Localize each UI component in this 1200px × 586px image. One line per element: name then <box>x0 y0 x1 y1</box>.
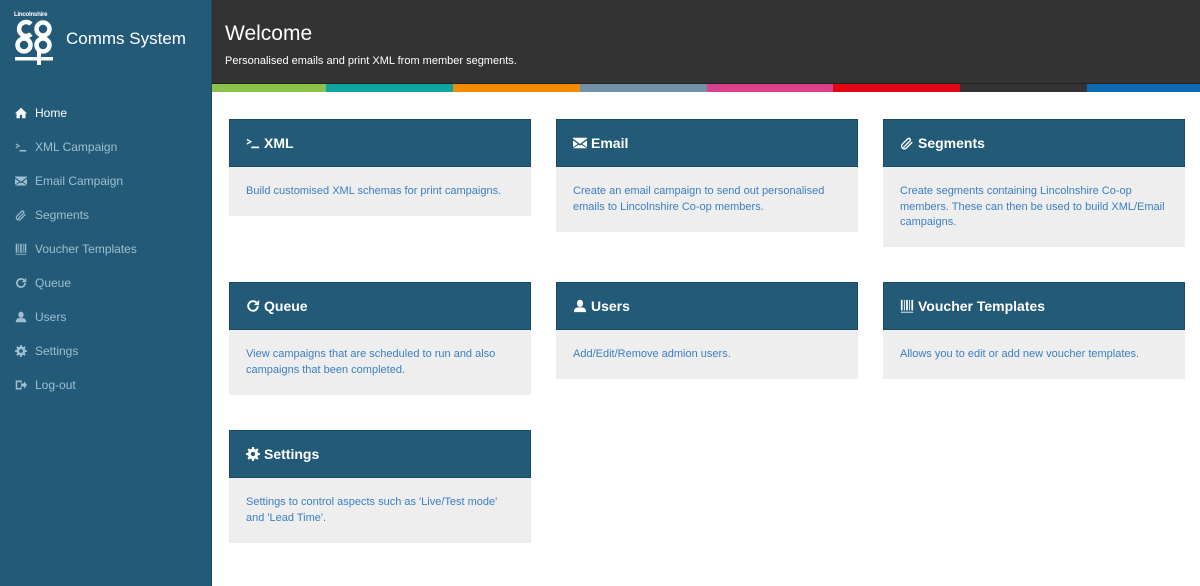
card-header[interactable]: Users <box>556 282 858 330</box>
refresh-icon <box>15 277 27 289</box>
sidebar: Lincolnshire Comms System Home XML Campa… <box>0 0 212 586</box>
sidebar-item-xml-campaign[interactable]: XML Campaign <box>0 130 212 164</box>
page-subtitle: Personalised emails and print XML from m… <box>225 55 517 67</box>
gear-icon <box>246 447 260 461</box>
card-title: Email <box>591 135 629 151</box>
sidebar-item-label: Home <box>35 106 68 120</box>
logout-icon <box>15 379 27 391</box>
sidebar-item-label: Settings <box>35 344 79 358</box>
sidebar-item-queue[interactable]: Queue <box>0 266 212 300</box>
card-description: Create segments containing Lincolnshire … <box>900 185 1165 228</box>
sidebar-item-label: Voucher Templates <box>35 242 137 256</box>
card-title: Users <box>591 298 630 314</box>
terminal-icon <box>246 136 260 150</box>
user-icon <box>573 299 587 313</box>
sidebar-item-label: XML Campaign <box>35 140 118 154</box>
sidebar-item-label: Users <box>35 310 67 324</box>
page-header: Welcome Personalised emails and print XM… <box>212 0 1200 84</box>
sidebar-item-settings[interactable]: Settings <box>0 334 212 368</box>
color-strip-segment <box>580 84 707 92</box>
envelope-icon <box>573 136 587 150</box>
co-op-logo-mark <box>15 19 53 65</box>
user-icon <box>15 311 27 323</box>
app-title: Comms System <box>66 29 186 48</box>
gear-icon <box>15 345 27 357</box>
sidebar-item-segments[interactable]: Segments <box>0 198 212 232</box>
paperclip-icon <box>900 136 914 150</box>
sidebar-item-home[interactable]: Home <box>0 96 212 130</box>
card-header[interactable]: Settings <box>229 430 531 478</box>
app: Lincolnshire Comms System Home XML Campa… <box>0 0 1200 586</box>
card-description: Allows you to edit or add new voucher te… <box>900 348 1140 360</box>
card-header[interactable]: Queue <box>229 282 531 330</box>
brand[interactable]: Lincolnshire Comms System <box>14 12 186 65</box>
sidebar-item-voucher-templates[interactable]: Voucher Templates <box>0 232 212 266</box>
card-description: View campaigns that are scheduled to run… <box>246 348 496 376</box>
barcode-icon <box>15 243 27 255</box>
color-strip <box>212 84 1200 92</box>
sidebar-item-label: Email Campaign <box>35 174 124 188</box>
card-description: Create an email campaign to send out per… <box>573 185 825 213</box>
terminal-icon <box>15 141 27 153</box>
card-title: Queue <box>264 298 308 314</box>
paperclip-icon <box>15 209 27 221</box>
card-queue[interactable]: Queue View campaigns that are scheduled … <box>229 282 531 395</box>
card-header[interactable]: XML <box>229 119 531 167</box>
color-strip-segment <box>960 84 1087 92</box>
sidebar-item-email-campaign[interactable]: Email Campaign <box>0 164 212 198</box>
refresh-icon <box>246 299 260 313</box>
barcode-icon <box>900 299 914 313</box>
card-description: Settings to control aspects such as 'Liv… <box>246 496 498 524</box>
color-strip-segment <box>212 84 326 92</box>
card-title: XML <box>264 135 294 151</box>
card-voucher-templates[interactable]: Voucher Templates Allows you to edit or … <box>883 282 1185 379</box>
card-header[interactable]: Voucher Templates <box>883 282 1185 330</box>
color-strip-segment <box>453 84 580 92</box>
sidebar-item-label: Log-out <box>35 378 76 392</box>
card-description: Add/Edit/Remove admion users. <box>573 348 731 360</box>
sidebar-item-label: Segments <box>35 208 90 222</box>
sidebar-item-label: Queue <box>35 276 72 290</box>
card-segments[interactable]: Segments Create segments containing Linc… <box>883 119 1185 247</box>
sidebar-item-users[interactable]: Users <box>0 300 212 334</box>
color-strip-segment <box>707 84 833 92</box>
logo-text: Lincolnshire <box>14 12 48 18</box>
page-title: Welcome <box>225 22 313 45</box>
co-op-logo: Lincolnshire <box>14 12 54 65</box>
card-description: Build customised XML schemas for print c… <box>246 185 502 197</box>
card-header[interactable]: Email <box>556 119 858 167</box>
card-users[interactable]: Users Add/Edit/Remove admion users. <box>556 282 858 379</box>
color-strip-segment <box>833 84 960 92</box>
card-title: Segments <box>918 135 985 151</box>
sidebar-nav: Home XML Campaign Email Campaign Segment… <box>0 96 212 402</box>
card-xml[interactable]: XML Build customised XML schemas for pri… <box>229 119 531 216</box>
color-strip-segment <box>326 84 453 92</box>
home-icon <box>15 107 27 119</box>
card-title: Settings <box>264 446 320 462</box>
card-settings[interactable]: Settings Settings to control aspects suc… <box>229 430 531 543</box>
envelope-icon <box>15 175 27 187</box>
card-email[interactable]: Email Create an email campaign to send o… <box>556 119 858 232</box>
card-header[interactable]: Segments <box>883 119 1185 167</box>
color-strip-segment <box>1087 84 1200 92</box>
sidebar-item-logout[interactable]: Log-out <box>0 368 212 402</box>
card-title: Voucher Templates <box>918 298 1046 314</box>
